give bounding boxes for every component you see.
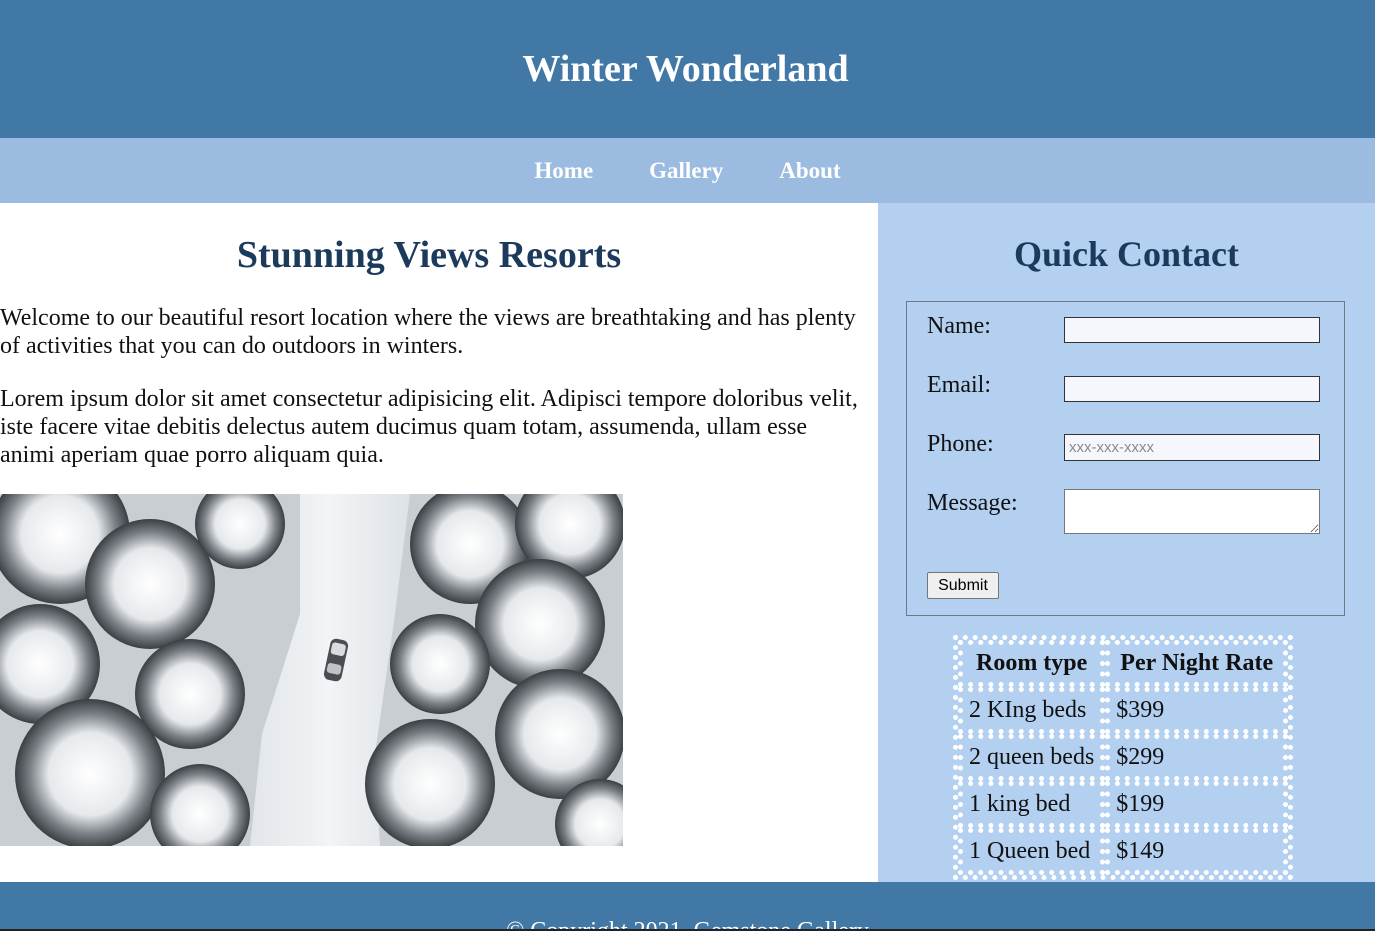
message-label: Message:	[927, 490, 1018, 516]
rate-cell: $299	[1105, 734, 1289, 781]
rate-cell: $199	[1105, 781, 1289, 828]
main-content: Stunning Views Resorts Welcome to our be…	[0, 203, 878, 882]
submit-button[interactable]: Submit	[927, 572, 999, 599]
room-type-cell: 2 KIng beds	[958, 687, 1106, 734]
room-type-cell: 1 Queen bed	[958, 828, 1106, 875]
nav-gallery-link[interactable]: Gallery	[649, 158, 723, 184]
room-rates-table: Room type Per Night Rate 2 KIng beds $39…	[953, 635, 1294, 880]
intro-paragraph: Welcome to our beautiful resort location…	[0, 305, 856, 359]
site-title: Winter Wonderland	[522, 48, 849, 90]
table-row: 1 king bed $199	[958, 781, 1289, 828]
rate-cell: $399	[1105, 687, 1289, 734]
name-label: Name:	[927, 313, 991, 339]
name-input[interactable]	[1064, 317, 1320, 343]
main-nav: Home Gallery About	[0, 138, 1375, 203]
table-header-row: Room type Per Night Rate	[958, 640, 1289, 687]
rate-cell: $149	[1105, 828, 1289, 875]
room-type-cell: 1 king bed	[958, 781, 1106, 828]
column-header-per-night-rate: Per Night Rate	[1105, 640, 1289, 687]
phone-label: Phone:	[927, 431, 994, 457]
lorem-paragraph: Lorem ipsum dolor sit amet consectetur a…	[0, 386, 858, 468]
main-heading: Stunning Views Resorts	[236, 234, 622, 276]
email-label: Email:	[927, 372, 991, 398]
site-header: Winter Wonderland	[0, 0, 1375, 138]
email-input[interactable]	[1064, 376, 1320, 402]
nav-about-link[interactable]: About	[779, 158, 840, 184]
column-header-room-type: Room type	[958, 640, 1106, 687]
quick-contact-heading: Quick Contact	[1014, 234, 1239, 274]
snowy-forest-road-image	[0, 494, 623, 846]
table-row: 1 Queen bed $149	[958, 828, 1289, 875]
nav-home-link[interactable]: Home	[534, 158, 593, 184]
contact-form: Name: Email: Phone: Message: Submit	[906, 301, 1345, 616]
room-type-cell: 2 queen beds	[958, 734, 1106, 781]
message-textarea[interactable]	[1064, 489, 1320, 534]
table-row: 2 queen beds $299	[958, 734, 1289, 781]
phone-input[interactable]	[1064, 434, 1320, 461]
site-footer: © Copyright 2021, Gemstone Gallery	[0, 882, 1375, 931]
table-row: 2 KIng beds $399	[958, 687, 1289, 734]
